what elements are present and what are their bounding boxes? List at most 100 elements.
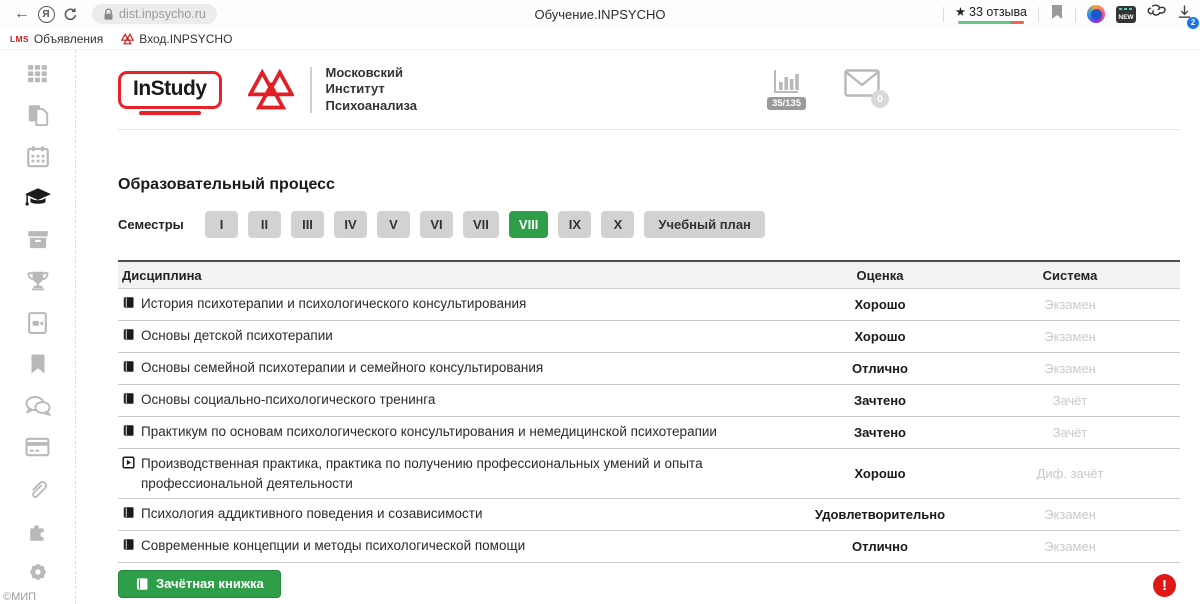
notification-alert-icon[interactable]: ! — [1153, 574, 1176, 597]
sidebar-item-bookmarks[interactable] — [24, 351, 52, 378]
sidebar-item-calendar[interactable] — [24, 143, 52, 170]
toolbar-divider — [1075, 7, 1076, 22]
toolbar-divider — [943, 7, 944, 22]
sidebar-item-settings[interactable] — [24, 558, 52, 585]
semester-button-IX[interactable]: IX — [558, 211, 591, 238]
puzzle-icon — [25, 518, 50, 543]
bookmark-icon — [26, 351, 50, 377]
book-icon — [122, 422, 135, 443]
book-icon — [122, 358, 135, 379]
table-row[interactable]: Основы социально-психологического тренин… — [118, 385, 1180, 417]
instudy-logo[interactable]: InStudy — [118, 71, 222, 109]
table-header: Дисциплина Оценка Система — [118, 262, 1180, 289]
progress-stats-icon[interactable]: 35/135 — [767, 69, 806, 110]
semester-button-III[interactable]: III — [291, 211, 324, 238]
system-value: Экзамен — [960, 539, 1180, 554]
semester-button-X[interactable]: X — [601, 211, 634, 238]
extension-sphere-icon[interactable] — [1087, 5, 1105, 23]
discipline-name: Психология аддиктивного поведения и соза… — [141, 504, 482, 524]
sidebar-item-education[interactable] — [24, 185, 52, 212]
discipline-name: Основы детской психотерапии — [141, 326, 333, 346]
site-header: InStudy Московский Институт Психоанализа… — [118, 50, 1180, 130]
table-row[interactable]: Практикум по основам психологического ко… — [118, 417, 1180, 449]
grade-value: Удовлетворительно — [800, 507, 960, 522]
gear-icon — [25, 559, 51, 585]
sidebar-item-messages[interactable] — [24, 392, 52, 419]
grade-value: Зачтено — [800, 425, 960, 440]
mail-count-badge: 0 — [871, 90, 889, 108]
collections-icon[interactable] — [1147, 3, 1166, 25]
table-row[interactable]: История психотерапии и психологического … — [118, 289, 1180, 321]
browser-profile-icon[interactable]: Я — [34, 2, 58, 26]
rating-bar — [958, 21, 1024, 24]
table-row[interactable]: Основы семейной психотерапии и семейного… — [118, 353, 1180, 385]
semester-button-VIII[interactable]: VIII — [509, 211, 549, 238]
discipline-name: Современные концепции и методы психологи… — [141, 536, 525, 556]
system-value: Экзамен — [960, 507, 1180, 522]
semester-button-V[interactable]: V — [377, 211, 410, 238]
site-reviews-widget[interactable]: ★ 33 отзыва — [955, 4, 1027, 24]
url-text: dist.inpsycho.ru — [119, 7, 206, 21]
column-discipline: Дисциплина — [118, 268, 800, 283]
table-row[interactable]: Основы детской психотерапии Хорошо Экзам… — [118, 321, 1180, 353]
mail-icon[interactable]: 0 — [844, 69, 880, 102]
system-value: Экзамен — [960, 297, 1180, 312]
left-sidebar: ©МИП — [0, 50, 76, 604]
book-icon — [122, 390, 135, 411]
system-value: Зачёт — [960, 393, 1180, 408]
refresh-button[interactable] — [58, 2, 82, 26]
discipline-name: История психотерапии и психологического … — [141, 294, 526, 314]
downloads-icon[interactable]: 2 — [1177, 4, 1192, 25]
semester-button-IV[interactable]: IV — [334, 211, 367, 238]
paperclip-icon — [26, 476, 50, 502]
browser-toolbar: ← Я dist.inpsycho.ru Обучение.INPSYCHO ★… — [0, 0, 1200, 28]
gradebook-button[interactable]: Зачётная книжка — [118, 570, 281, 598]
sidebar-item-dashboard[interactable] — [24, 60, 52, 87]
documents-icon — [25, 102, 51, 128]
table-row[interactable]: Современные концепции и методы психологи… — [118, 531, 1180, 563]
sidebar-item-documents[interactable] — [24, 102, 52, 129]
sidebar-item-video-materials[interactable] — [24, 309, 52, 336]
table-row[interactable]: Производственная практика, практика по п… — [118, 449, 1180, 499]
disciplines-table: Дисциплина Оценка Система История психот… — [118, 260, 1180, 563]
sidebar-item-attachments[interactable] — [24, 475, 52, 502]
sidebar-item-achievements[interactable] — [24, 268, 52, 295]
book-icon — [122, 294, 135, 315]
sidebar-item-modules[interactable] — [24, 517, 52, 544]
trophy-icon — [25, 268, 51, 294]
semester-button-I[interactable]: I — [205, 211, 238, 238]
downloads-badge: 2 — [1187, 17, 1199, 29]
grid-icon — [25, 61, 50, 86]
grade-value: Хорошо — [800, 329, 960, 344]
toolbar-divider — [1038, 7, 1039, 22]
sidebar-item-payments[interactable] — [24, 434, 52, 461]
graduation-cap-icon — [24, 186, 52, 210]
back-button[interactable]: ← — [10, 2, 34, 26]
bookmark-flag-icon[interactable] — [1050, 4, 1064, 25]
column-grade: Оценка — [800, 268, 960, 283]
play-icon — [122, 454, 135, 475]
semester-button-II[interactable]: II — [248, 211, 281, 238]
table-row[interactable]: Психология аддиктивного поведения и соза… — [118, 499, 1180, 531]
bookmark-lms[interactable]: LMS Объявления — [10, 32, 103, 46]
grade-value: Хорошо — [800, 466, 960, 481]
book-icon — [135, 577, 149, 591]
semester-button-VII[interactable]: VII — [463, 211, 499, 238]
star-icon: ★ — [955, 4, 966, 19]
system-value: Экзамен — [960, 361, 1180, 376]
grade-value: Отлично — [800, 361, 960, 376]
study-plan-button[interactable]: Учебный план — [644, 211, 764, 238]
discipline-name: Основы семейной психотерапии и семейного… — [141, 358, 543, 378]
discipline-name: Производственная практика, практика по п… — [141, 454, 790, 493]
archive-icon — [25, 227, 51, 252]
logo-divider — [310, 67, 312, 113]
sidebar-item-archive[interactable] — [24, 226, 52, 253]
bookmark-inpsycho[interactable]: Вход.INPSYCHO — [121, 32, 232, 46]
institute-logo-icon — [248, 68, 294, 112]
semester-button-VI[interactable]: VI — [420, 211, 453, 238]
lock-icon — [103, 8, 114, 21]
bar-chart-icon — [772, 69, 800, 95]
grade-value: Зачтено — [800, 393, 960, 408]
address-bar[interactable]: dist.inpsycho.ru — [92, 4, 217, 24]
new-extension-icon[interactable]: NEW — [1116, 6, 1136, 23]
